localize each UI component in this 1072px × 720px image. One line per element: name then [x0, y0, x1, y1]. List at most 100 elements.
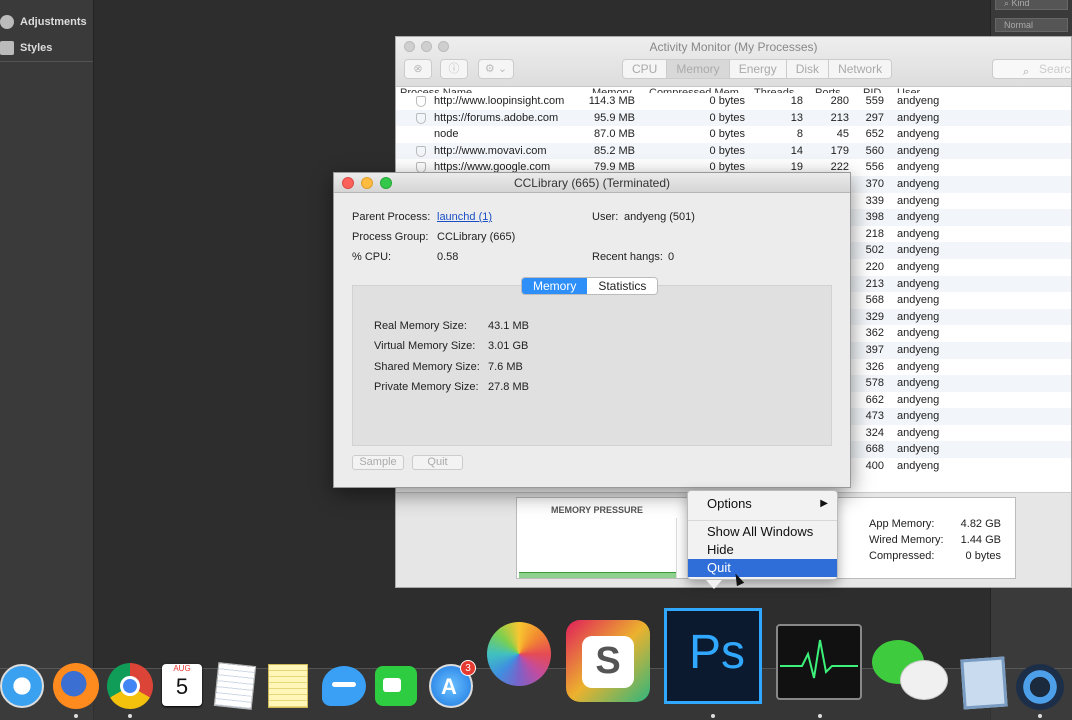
action-menu-button[interactable]: ⚙ ⌄ — [478, 59, 514, 79]
adjustments-icon — [0, 15, 14, 29]
parent-process-label: Parent Process: — [352, 211, 431, 223]
quit-process-button[interactable]: Quit — [412, 455, 463, 470]
chrome-icon[interactable] — [107, 663, 153, 709]
cell-user: andyeng — [897, 327, 940, 340]
cell-pid: 556 — [865, 161, 884, 174]
table-row[interactable]: http://www.movavi.com 85.2 MB 0 bytes 14 179… — [396, 142, 1071, 160]
menu-item-quit[interactable]: Quit — [688, 559, 837, 577]
wechat-icon[interactable] — [870, 640, 952, 704]
table-row[interactable]: http://www.loopinsight.com 114.3 MB 0 byte… — [396, 93, 1071, 110]
cell-ports: 45 — [836, 128, 849, 141]
cell-pid: 370 — [865, 177, 884, 190]
cell-threads: 8 — [796, 128, 803, 141]
preview-icon[interactable] — [960, 656, 1008, 710]
firefox-icon[interactable] — [53, 663, 99, 709]
cell-pid: 297 — [865, 111, 884, 124]
cell-user: andyeng — [897, 343, 940, 356]
cell-name: node — [434, 128, 459, 141]
table-row[interactable]: https://forums.adobe.com 95.9 MB 0 bytes 13… — [396, 109, 1071, 127]
safari-icon[interactable] — [0, 664, 44, 708]
private-memory-row: Private Memory Size: 27.8 MB — [374, 381, 529, 393]
styles-panel-item[interactable]: Styles — [0, 35, 93, 61]
memory-label: Virtual Memory Size: — [374, 340, 476, 352]
stop-process-button[interactable]: ⊗ — [404, 59, 432, 79]
notes-icon[interactable] — [268, 664, 308, 708]
cell-pid: 560 — [865, 144, 884, 157]
tab-network[interactable]: Network — [829, 60, 892, 78]
photoshop-icon[interactable]: Ps — [664, 608, 762, 704]
cell-pid: 326 — [865, 360, 884, 373]
tab-disk[interactable]: Disk — [786, 60, 830, 78]
activity-monitor-titlebar: Activity Monitor (My Processes) ⊗ ⓘ ⚙ ⌄ … — [396, 37, 1071, 87]
menu-item-label: Options — [707, 496, 752, 511]
layer-kind-filter[interactable]: ⌕ Kind — [995, 0, 1068, 10]
cell-pid: 559 — [865, 95, 884, 107]
photos-icon[interactable] — [487, 622, 551, 686]
user-label: User: — [592, 211, 619, 223]
cell-pid: 220 — [865, 260, 884, 273]
running-indicator — [74, 714, 78, 718]
cell-ports: 213 — [830, 111, 849, 124]
cell-name: https://forums.adobe.com — [434, 111, 559, 124]
activity-monitor-icon[interactable] — [776, 624, 862, 700]
process-inspector-window: CCLibrary (665) (Terminated) Parent Proc… — [333, 172, 851, 488]
tab-memory[interactable]: Memory — [667, 60, 730, 78]
kind-label: Kind — [1011, 0, 1030, 8]
cell-user: andyeng — [897, 360, 940, 373]
search-icon: ⌕ — [1004, 0, 1012, 8]
running-indicator — [818, 714, 822, 718]
cell-user: andyeng — [897, 227, 940, 240]
dock-context-menu: Options ▶ Show All Windows Hide Quit — [687, 490, 838, 580]
styles-label: Styles — [20, 42, 53, 54]
cell-pid: 397 — [865, 343, 884, 356]
inspector-title: CCLibrary (665) (Terminated) — [513, 176, 671, 190]
cell-name: http://www.loopinsight.com — [434, 95, 565, 107]
cell-pid: 662 — [865, 393, 884, 406]
tab-energy[interactable]: Energy — [729, 60, 787, 78]
calendar-day: 5 — [175, 674, 189, 699]
cell-user: andyeng — [897, 443, 940, 456]
messages-icon[interactable] — [322, 666, 366, 706]
inspector-tabs: Memory Statistics — [521, 277, 659, 295]
inspect-process-button[interactable]: ⓘ — [440, 59, 468, 79]
notification-badge: 3 — [460, 660, 476, 676]
table-row[interactable]: node 87.0 MB 0 bytes 8 45 652 andyeng — [396, 126, 1071, 143]
cell-user: andyeng — [897, 260, 940, 273]
search-input[interactable]: ⌕ Search — [992, 59, 1071, 79]
stat-value: 0 bytes — [965, 550, 1001, 562]
inspector-tab-panel: Real Memory Size: 43.1 MB Virtual Memory … — [352, 285, 832, 446]
cell-user: andyeng — [897, 144, 940, 157]
cell-memory: 85.2 MB — [594, 144, 635, 157]
stat-label: Wired Memory: — [869, 534, 944, 546]
memory-value: 27.8 MB — [488, 381, 529, 393]
search-placeholder: Search — [1039, 62, 1071, 76]
quicktime-icon[interactable] — [1016, 664, 1064, 710]
search-icon: ⌕ — [1023, 66, 1030, 78]
sample-button[interactable]: Sample — [352, 455, 404, 470]
cell-user: andyeng — [897, 177, 940, 190]
cell-threads: 14 — [790, 144, 803, 157]
gear-icon: ⚙ ⌄ — [484, 63, 508, 75]
facetime-icon[interactable] — [375, 666, 417, 706]
slack-icon[interactable]: S — [566, 620, 650, 702]
menu-item-show-all-windows[interactable]: Show All Windows — [688, 523, 837, 541]
blend-mode-select[interactable]: Normal — [995, 18, 1068, 32]
cell-user: andyeng — [897, 426, 940, 439]
menu-item-hide[interactable]: Hide — [688, 541, 837, 559]
tab-memory[interactable]: Memory — [522, 278, 588, 294]
submenu-arrow-icon: ▶ — [820, 498, 828, 509]
inspector-titlebar: CCLibrary (665) (Terminated) — [334, 173, 850, 193]
cell-pid: 400 — [865, 460, 884, 473]
window-title: Activity Monitor (My Processes) — [649, 40, 818, 54]
tab-statistics[interactable]: Statistics — [587, 278, 658, 294]
adjustments-panel-item[interactable]: Adjustments — [0, 9, 93, 35]
info-icon: ⓘ — [448, 63, 460, 75]
calendar-icon[interactable]: AUG 5 — [162, 664, 202, 706]
cell-memory: 95.9 MB — [594, 111, 635, 124]
tab-cpu[interactable]: CPU — [623, 60, 668, 78]
cell-pid: 213 — [865, 277, 884, 290]
textedit-icon[interactable] — [213, 662, 257, 710]
running-indicator — [128, 714, 132, 718]
menu-item-options[interactable]: Options ▶ — [688, 495, 837, 513]
parent-process-link[interactable]: launchd (1) — [437, 211, 492, 223]
